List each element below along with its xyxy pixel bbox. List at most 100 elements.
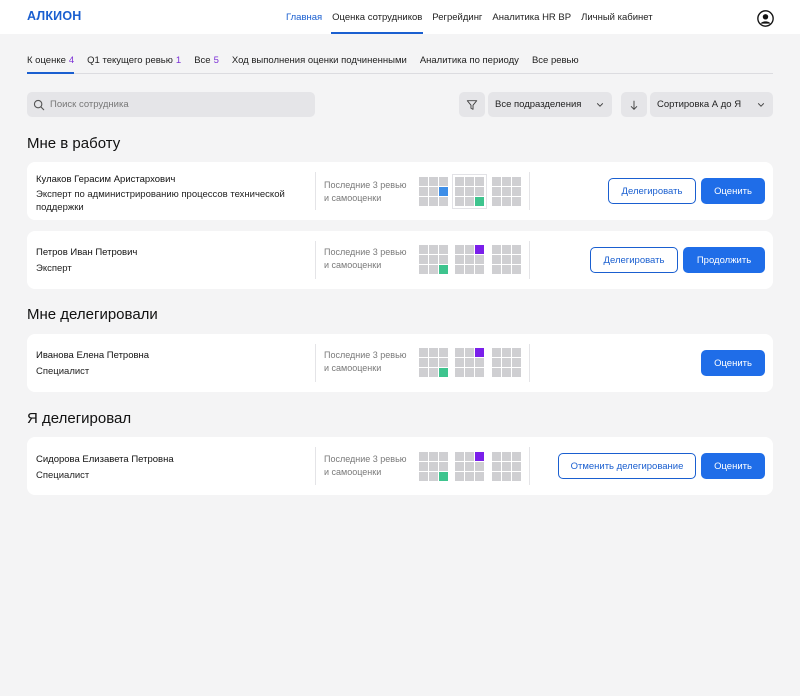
review-grid-1 (419, 348, 448, 377)
review-grid-cell (439, 265, 448, 274)
review-grid-cell (419, 452, 428, 461)
employee-card: Кулаков Герасим Аристархович Эксперт по … (27, 162, 773, 220)
filter-button[interactable] (459, 92, 485, 117)
review-grid-cell (465, 187, 474, 196)
review-grid-cell (475, 245, 484, 254)
review-grid-cell (475, 358, 484, 367)
review-grid-cell (439, 452, 448, 461)
sort-select[interactable]: Сортировка А до Я (650, 92, 773, 117)
tab-period-analytics[interactable]: Аналитика по периоду (420, 52, 519, 73)
review-grid-cell (429, 265, 438, 274)
review-grid-cell (465, 348, 474, 357)
tab-to-assess[interactable]: К оценке 4 (27, 52, 75, 74)
review-grid-cell (439, 255, 448, 264)
divider (315, 344, 316, 382)
employee-name[interactable]: Сидорова Елизавета Петровна (36, 454, 174, 465)
review-grid-cell (502, 255, 511, 264)
review-grid-cell (455, 255, 464, 264)
employee-name[interactable]: Иванова Елена Петровна (36, 350, 149, 361)
review-grid-cell (475, 472, 484, 481)
review-grid-cell (512, 452, 521, 461)
review-grid-cell (492, 255, 501, 264)
review-grid-cell (419, 177, 428, 186)
review-grid-cell (502, 265, 511, 274)
review-grid-cell (475, 452, 484, 461)
delegate-button[interactable]: Делегировать (590, 247, 678, 273)
review-grid-cell (419, 358, 428, 367)
nav-regrading[interactable]: Регрейдинг (427, 0, 487, 34)
continue-button[interactable]: Продолжить (683, 247, 765, 273)
review-grid-cell (502, 177, 511, 186)
nav-analytics-hrbp[interactable]: Аналитика HR BP (487, 0, 576, 34)
review-grid-cell (439, 197, 448, 206)
tab-subordinates-progress[interactable]: Ход выполнения оценки подчиненными (232, 52, 407, 73)
section-title-my-work: Мне в работу (27, 135, 121, 152)
review-grid-cell (429, 358, 438, 367)
sort-direction-button[interactable] (621, 92, 647, 117)
filter-icon (466, 99, 478, 110)
divider (529, 241, 530, 279)
review-grid-cell (502, 472, 511, 481)
employee-card: Иванова Елена Петровна Специалист Послед… (27, 334, 773, 392)
nav-personal-account[interactable]: Личный кабинет (576, 0, 657, 34)
review-grid-cell (429, 348, 438, 357)
review-grid-cell (429, 472, 438, 481)
review-grid-cell (512, 187, 521, 196)
review-grid-cell (465, 452, 474, 461)
review-grid-cell (492, 265, 501, 274)
review-grid-cell (419, 368, 428, 377)
review-grid-cell (439, 462, 448, 471)
review-grid-cell (502, 462, 511, 471)
review-history-label: Последние 3 ревью и самооценки (324, 454, 407, 477)
review-grid-cell (502, 452, 511, 461)
review-grid-cell (439, 358, 448, 367)
employee-role: Специалист (36, 470, 90, 481)
cancel-delegation-button[interactable]: Отменить делегирование (558, 453, 696, 479)
review-grid-cell (512, 472, 521, 481)
review-grid-cell (439, 245, 448, 254)
review-grid-cell (419, 348, 428, 357)
review-grid-cell (512, 368, 521, 377)
review-grid-cell (502, 348, 511, 357)
employee-name[interactable]: Кулаков Герасим Аристархович (36, 174, 175, 185)
review-grid-cell (492, 368, 501, 377)
review-grid-cell (492, 245, 501, 254)
user-avatar-icon[interactable] (757, 10, 774, 27)
review-grid-cell (502, 187, 511, 196)
nav-employee-assessment[interactable]: Оценка сотрудников (327, 0, 427, 34)
department-select[interactable]: Все подразделения (488, 92, 612, 117)
review-grid-cell (502, 197, 511, 206)
review-grid-cell (455, 462, 464, 471)
review-grid-cell (492, 472, 501, 481)
assess-button[interactable]: Оценить (701, 453, 765, 479)
delegate-button[interactable]: Делегировать (608, 178, 696, 204)
review-grid-cell (465, 462, 474, 471)
employee-name[interactable]: Петров Иван Петрович (36, 247, 137, 258)
review-grid-cell (512, 358, 521, 367)
app-logo[interactable]: АЛКИОН (27, 9, 82, 23)
review-grid-cell (512, 245, 521, 254)
search-input[interactable] (50, 99, 300, 110)
review-grid-3 (492, 348, 521, 377)
review-grid-cell (492, 462, 501, 471)
tab-q1-current-review[interactable]: Q1 текущего ревью 1 (87, 52, 181, 73)
review-grid-cell (439, 348, 448, 357)
top-bar: АЛКИОН Главная Оценка сотрудников Регрей… (0, 0, 800, 34)
review-grid-cell (465, 472, 474, 481)
employee-card: Петров Иван Петрович Эксперт Последние 3… (27, 231, 773, 289)
review-grid-cell (439, 472, 448, 481)
review-history-label: Последние 3 ревью и самооценки (324, 180, 407, 203)
review-history-label: Последние 3 ревью и самооценки (324, 247, 407, 270)
assess-button[interactable]: Оценить (701, 178, 765, 204)
review-grid-cell (419, 245, 428, 254)
review-grid-cell (439, 368, 448, 377)
review-grid-cell (492, 348, 501, 357)
nav-main[interactable]: Главная (281, 0, 327, 34)
divider (315, 172, 316, 210)
assess-button[interactable]: Оценить (701, 350, 765, 376)
review-grid-2 (455, 348, 484, 377)
tab-all[interactable]: Все 5 (194, 52, 219, 73)
tab-all-reviews[interactable]: Все ревью (532, 52, 579, 73)
divider (315, 447, 316, 485)
employee-role: Специалист (36, 366, 90, 377)
